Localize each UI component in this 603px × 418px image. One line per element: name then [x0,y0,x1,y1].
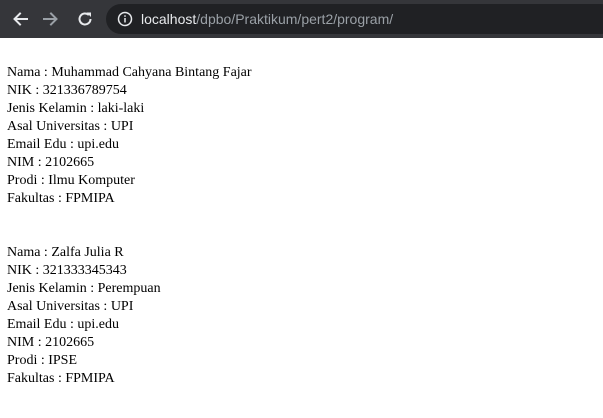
asal-universitas-line: Asal Universitas : UPI [7,299,134,314]
student-record: Nama : Muhammad Cahyana Bintang Fajar NI… [7,64,252,208]
fakultas-line: Fakultas : FPMIPA [7,371,115,386]
reload-button[interactable] [72,6,98,32]
email-edu-line: Email Edu : upi.edu [7,137,119,152]
prodi-line: Prodi : IPSE [7,353,78,368]
forward-button[interactable] [38,6,64,32]
record-spacer [7,208,252,244]
nama-line: Nama : Zalfa Julia R [7,245,124,260]
email-edu-line: Email Edu : upi.edu [7,317,119,332]
url-host: localhost [141,11,197,27]
address-bar[interactable]: localhost/dpbo/Praktikum/pert2/program/ [106,4,603,34]
nim-line: NIM : 2102665 [7,335,95,350]
nik-line: NIK : 321336789754 [7,83,127,98]
arrow-right-icon [43,12,58,26]
page-content: Nama : Muhammad Cahyana Bintang Fajar NI… [7,64,252,388]
nik-line: NIK : 321333345343 [7,263,127,278]
browser-toolbar: localhost/dpbo/Praktikum/pert2/program/ [0,0,603,38]
jenis-kelamin-line: Jenis Kelamin : Perempuan [7,281,161,296]
fakultas-line: Fakultas : FPMIPA [7,191,115,206]
back-button[interactable] [7,6,33,32]
nim-line: NIM : 2102665 [7,155,95,170]
info-icon[interactable] [117,11,133,27]
reload-icon [78,12,92,26]
prodi-line: Prodi : Ilmu Komputer [7,173,135,188]
asal-universitas-line: Asal Universitas : UPI [7,119,134,134]
student-record: Nama : Zalfa Julia R NIK : 321333345343 … [7,244,252,388]
nama-line: Nama : Muhammad Cahyana Bintang Fajar [7,65,252,80]
arrow-left-icon [13,12,28,26]
url-text[interactable]: localhost/dpbo/Praktikum/pert2/program/ [141,11,393,27]
url-path: /dpbo/Praktikum/pert2/program/ [196,11,394,27]
jenis-kelamin-line: Jenis Kelamin : laki-laki [7,101,145,116]
